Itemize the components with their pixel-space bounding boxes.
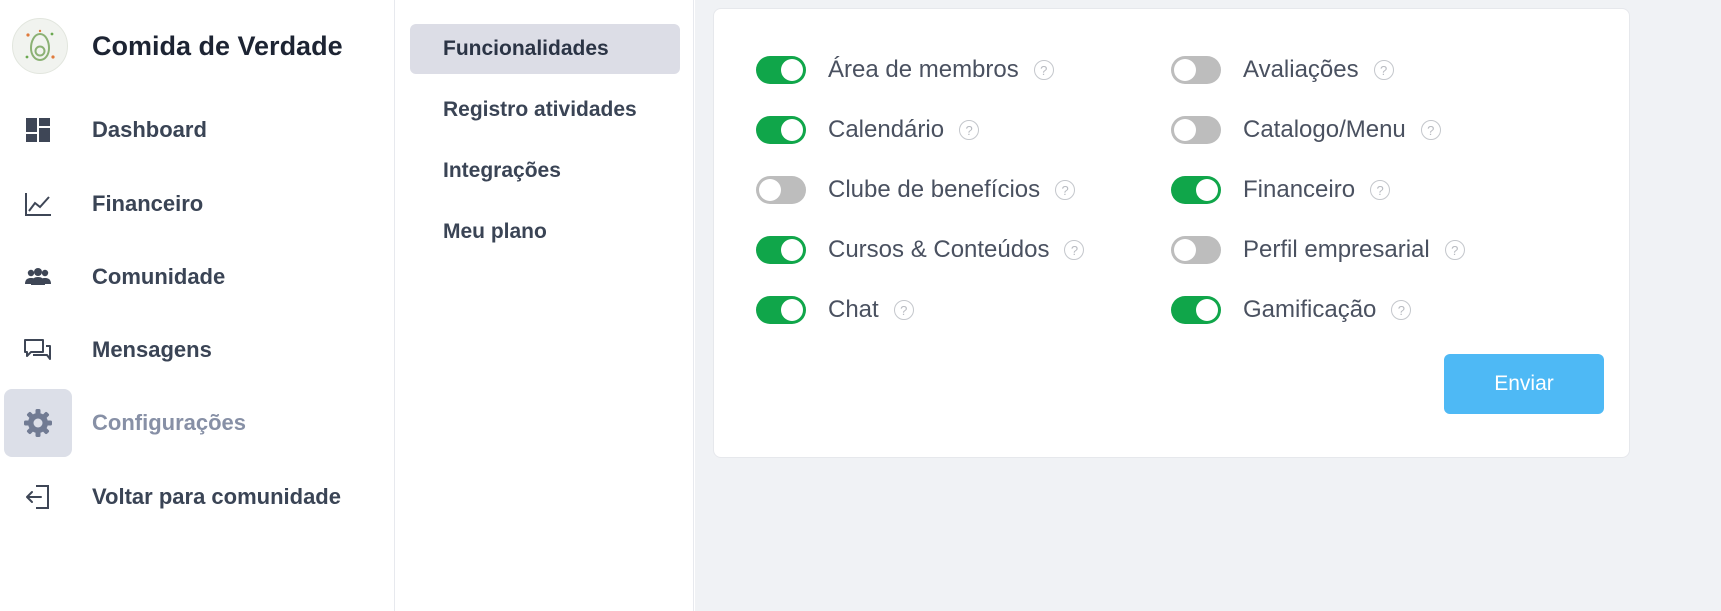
feature-perfil-empresarial: Perfil empresarial ? [1171, 233, 1465, 267]
feature-financeiro: Financeiro ? [1171, 173, 1391, 207]
main-content: Área de membros ? Calendário ? Clube de … [695, 0, 1721, 611]
sidebar-item-financeiro[interactable]: Financeiro [92, 191, 203, 217]
feature-clube-de-beneficios: Clube de benefícios ? [756, 173, 1076, 207]
toggle-switch[interactable] [1171, 176, 1221, 204]
submenu-item-registro-atividades[interactable]: Registro atividades [410, 85, 680, 135]
feature-label: Cursos & Conteúdos [828, 236, 1050, 263]
line-chart-icon[interactable] [4, 170, 72, 238]
brand[interactable]: Comida de Verdade [12, 18, 343, 74]
toggle-switch[interactable] [756, 56, 806, 84]
sidebar-item-configuracoes[interactable]: Configurações [92, 410, 246, 436]
help-icon[interactable]: ? [1373, 60, 1394, 80]
help-icon[interactable]: ? [1370, 180, 1391, 200]
feature-label: Financeiro [1243, 176, 1356, 203]
toggle-knob [1174, 239, 1196, 261]
sidebar-item-voltar[interactable]: Voltar para comunidade [92, 484, 341, 510]
toggle-switch[interactable] [1171, 236, 1221, 264]
toggle-switch[interactable] [756, 176, 806, 204]
send-button[interactable]: Enviar [1444, 354, 1604, 414]
toggle-switch[interactable] [1171, 56, 1221, 84]
toggle-switch[interactable] [756, 116, 806, 144]
toggle-knob [759, 179, 781, 201]
toggle-knob [781, 119, 803, 141]
help-icon[interactable]: ? [1444, 240, 1465, 260]
people-icon[interactable] [4, 243, 72, 311]
feature-label: Perfil empresarial [1243, 236, 1430, 263]
toggle-knob [1174, 59, 1196, 81]
feature-label: Área de membros [828, 56, 1019, 83]
toggle-switch[interactable] [756, 236, 806, 264]
feature-gamificacao: Gamificação ? [1171, 293, 1412, 327]
settings-submenu: Funcionalidades Registro atividades Inte… [396, 0, 694, 611]
sidebar-item-comunidade[interactable]: Comunidade [92, 264, 225, 290]
submenu-item-integracoes[interactable]: Integrações [410, 146, 680, 196]
help-icon[interactable]: ? [1420, 120, 1441, 140]
toggle-knob [1196, 299, 1218, 321]
feature-chat: Chat ? [756, 293, 914, 327]
sidebar-item-mensagens[interactable]: Mensagens [92, 337, 212, 363]
brand-name: Comida de Verdade [92, 30, 343, 61]
dashboard-icon[interactable] [4, 96, 72, 164]
feature-label: Gamificação [1243, 296, 1377, 323]
gear-icon[interactable] [4, 389, 72, 457]
sidebar: Comida de Verdade Dashboard Financeiro C… [0, 0, 395, 611]
sidebar-item-dashboard[interactable]: Dashboard [92, 117, 207, 143]
feature-avaliacoes: Avaliações ? [1171, 53, 1394, 87]
feature-label: Clube de benefícios [828, 176, 1041, 203]
help-icon[interactable]: ? [1064, 240, 1085, 260]
avocado-logo-icon [12, 18, 68, 74]
toggle-knob [781, 239, 803, 261]
feature-catalogo-menu: Catalogo/Menu ? [1171, 113, 1441, 147]
feature-cursos-conteudos: Cursos & Conteúdos ? [756, 233, 1085, 267]
help-icon[interactable]: ? [893, 300, 914, 320]
feature-label: Chat [828, 296, 879, 323]
toggle-knob [781, 299, 803, 321]
toggle-switch[interactable] [756, 296, 806, 324]
features-card: Área de membros ? Calendário ? Clube de … [713, 8, 1630, 458]
toggle-knob [781, 59, 803, 81]
toggle-switch[interactable] [1171, 296, 1221, 324]
toggle-switch[interactable] [1171, 116, 1221, 144]
feature-calendario: Calendário ? [756, 113, 980, 147]
toggle-knob [1196, 179, 1218, 201]
submenu-item-funcionalidades[interactable]: Funcionalidades [410, 24, 680, 74]
feature-label: Catalogo/Menu [1243, 116, 1406, 143]
chat-bubbles-icon[interactable] [4, 316, 72, 384]
help-icon[interactable]: ? [1055, 180, 1076, 200]
help-icon[interactable]: ? [1033, 60, 1054, 80]
submenu-item-meu-plano[interactable]: Meu plano [410, 207, 680, 257]
feature-label: Calendário [828, 116, 945, 143]
help-icon[interactable]: ? [1391, 300, 1412, 320]
exit-arrow-icon[interactable] [4, 463, 72, 531]
feature-area-de-membros: Área de membros ? [756, 53, 1054, 87]
feature-label: Avaliações [1243, 56, 1359, 83]
toggle-knob [1174, 119, 1196, 141]
help-icon[interactable]: ? [959, 120, 980, 140]
